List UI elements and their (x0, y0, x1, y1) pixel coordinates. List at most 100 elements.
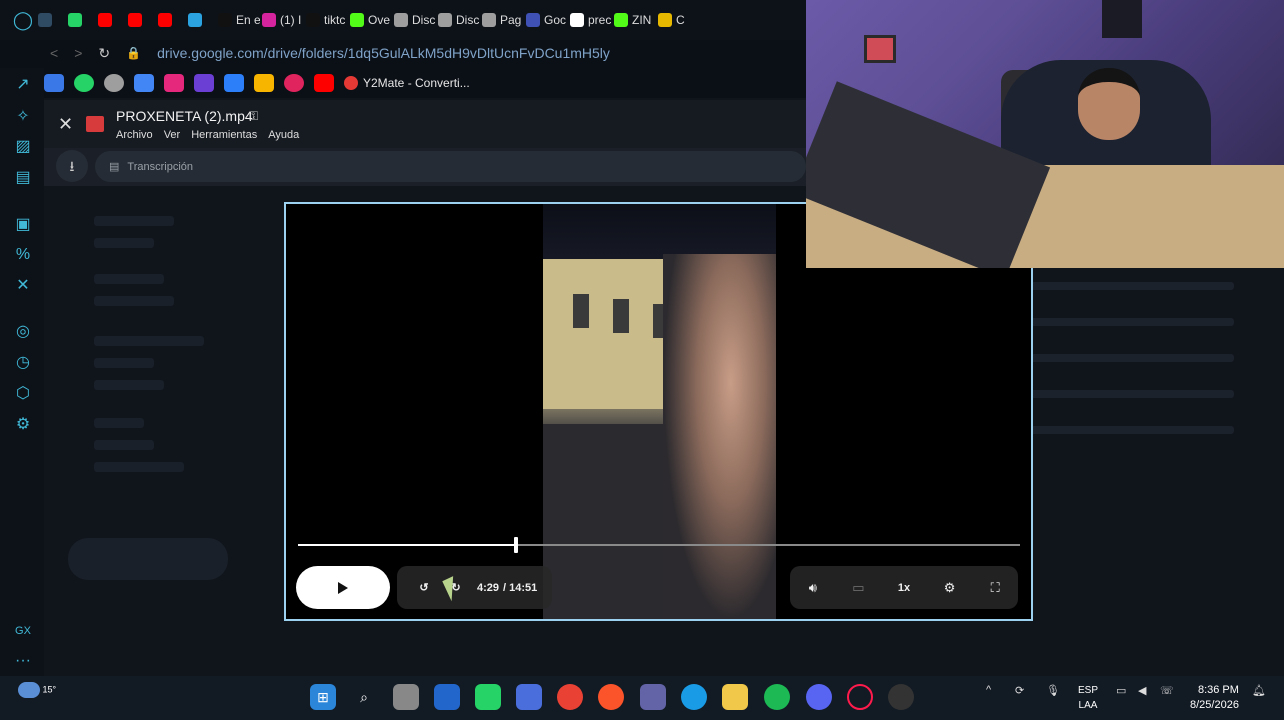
url-text[interactable]: drive.google.com/drive/folders/1dq5GulAL… (157, 45, 610, 61)
menu-item-ayuda[interactable]: Ayuda (268, 129, 299, 141)
store-icon[interactable] (516, 684, 542, 710)
gx-icon[interactable]: GX (12, 620, 34, 642)
aria-icon[interactable]: ↗ (12, 74, 34, 96)
play-button[interactable] (296, 566, 390, 609)
settings-icon[interactable]: ⚙ (12, 414, 34, 436)
more-icon[interactable]: ··· (12, 650, 34, 672)
browser-tab[interactable] (188, 13, 216, 27)
target-icon[interactable]: ◎ (12, 321, 34, 343)
whatsapp-icon[interactable] (475, 684, 501, 710)
mic-icon[interactable]: 🎙︎ (1046, 684, 1060, 697)
player-right-controls: 🔊︎ ▭ 1x ⚙ ⛶ (790, 566, 1018, 609)
speaker-icon[interactable]: ◀ (1138, 684, 1146, 697)
ai-icon[interactable]: ✧ (12, 106, 34, 128)
spotify-icon[interactable] (764, 684, 790, 710)
browser-tab[interactable]: tiktc (306, 13, 348, 27)
vercel-bookmark-icon[interactable] (224, 74, 244, 92)
bell-icon[interactable]: 🔔︎ (1252, 684, 1266, 697)
menu-item-archivo[interactable]: Archivo (116, 129, 153, 141)
file-explorer-icon[interactable] (722, 684, 748, 710)
tab-label: tiktc (324, 13, 346, 27)
tab-favicon-icon (262, 13, 276, 27)
browser-tab[interactable]: Pag (482, 13, 524, 27)
browser-tab[interactable]: Disc (394, 13, 436, 27)
fullscreen-icon[interactable]: ⛶ (984, 577, 1006, 599)
notifications-icon[interactable]: ☏ (1160, 684, 1174, 697)
brave-icon[interactable] (598, 684, 624, 710)
browser-tab[interactable]: (1) I (262, 13, 304, 27)
chatgpt-bookmark-icon[interactable] (104, 74, 124, 92)
back-icon[interactable]: < (50, 45, 58, 61)
forward-icon[interactable]: > (74, 45, 82, 61)
y2mate-bookmark[interactable]: Y2Mate - Converti... (344, 76, 470, 90)
translate-bookmark-icon[interactable] (134, 74, 154, 92)
discord-icon[interactable] (806, 684, 832, 710)
start-icon[interactable]: ⊞ (310, 684, 336, 710)
app-bookmark-icon[interactable] (194, 74, 214, 92)
browser-tab[interactable]: prec (570, 13, 612, 27)
opera-logo-icon[interactable]: ◯ (10, 7, 36, 33)
browser-tab[interactable]: Ove (350, 13, 392, 27)
x-twitter-icon[interactable]: ✕ (12, 275, 34, 297)
browser-tab[interactable] (68, 13, 96, 27)
tray-app-icon[interactable]: ⟳ (1015, 684, 1024, 697)
browser-tab[interactable]: Goc (526, 13, 568, 27)
webcam-person-head (1078, 68, 1140, 140)
captions-icon[interactable]: ▭ (847, 577, 869, 599)
reload-icon[interactable]: ↻ (98, 45, 110, 62)
opera-gx-icon[interactable] (847, 684, 873, 710)
download-icon[interactable]: ⭳ (56, 150, 88, 182)
obs-icon[interactable] (888, 684, 914, 710)
extensions-icon[interactable]: ⬡ (12, 383, 34, 405)
menu-item-ver[interactable]: Ver (164, 129, 181, 141)
edge-icon[interactable] (681, 684, 707, 710)
ghost-row (94, 440, 154, 450)
volume-icon[interactable]: 🔊︎ (802, 577, 824, 599)
notes-bookmark-icon[interactable] (254, 74, 274, 92)
docs-bookmark-icon[interactable] (44, 74, 64, 92)
shared-lock-icon[interactable]: ⚿ (249, 109, 258, 124)
transcription-label: Transcripción (127, 160, 194, 173)
ghost-row (1014, 426, 1234, 434)
task-view-icon[interactable] (393, 684, 419, 710)
x-bookmark-icon[interactable] (164, 74, 184, 92)
time-controls: ↺ ↻ 4:29 / 14:51 (397, 566, 552, 609)
browser-tab[interactable] (38, 13, 66, 27)
browser-tab[interactable]: C (658, 13, 700, 27)
ghost-row (94, 274, 164, 284)
twitch-icon[interactable]: ▣ (12, 214, 34, 236)
tab-favicon-icon (306, 13, 320, 27)
teams-icon[interactable] (640, 684, 666, 710)
weather-widget[interactable]: 15° (18, 682, 56, 698)
chart-icon[interactable]: ▤ (12, 167, 34, 189)
progress-handle[interactable] (514, 537, 518, 553)
tab-label: (1) I (280, 13, 302, 27)
whatsapp-bookmark-icon[interactable] (74, 74, 94, 92)
crypto-icon[interactable]: ▨ (12, 136, 34, 158)
youtube-bookmark-icon[interactable] (314, 74, 334, 92)
browser-tab[interactable] (98, 13, 126, 27)
percent-icon[interactable]: % (12, 244, 34, 266)
video-file-icon (86, 116, 104, 132)
system-clock[interactable]: 8:36 PM 8/25/2026 (1190, 683, 1239, 713)
network-icon[interactable]: ▭ (1116, 684, 1126, 697)
close-icon[interactable]: ✕ (58, 114, 73, 135)
transcription-field[interactable]: ▤ Transcripción (95, 151, 806, 182)
dribbble-bookmark-icon[interactable] (284, 74, 304, 92)
outlook-icon[interactable] (434, 684, 460, 710)
tray-chevron-icon[interactable]: ^ (986, 684, 991, 696)
search-icon[interactable]: ⌕ (351, 684, 377, 710)
browser-tab[interactable] (158, 13, 186, 27)
rewind-10-icon[interactable]: ↺ (413, 577, 435, 599)
history-icon[interactable]: ◷ (12, 352, 34, 374)
browser-tab[interactable]: ZIN (614, 13, 656, 27)
browser-tab[interactable]: En e (218, 13, 260, 27)
settings-gear-icon[interactable]: ⚙ (939, 577, 961, 599)
tab-label: prec (588, 13, 612, 27)
speed-button[interactable]: 1x (893, 577, 915, 599)
browser-tab[interactable]: Disc (438, 13, 480, 27)
menu-item-herramientas[interactable]: Herramientas (191, 129, 257, 141)
input-language[interactable]: ESP LAA (1078, 683, 1098, 713)
browser-tab[interactable] (128, 13, 156, 27)
chrome-icon[interactable] (557, 684, 583, 710)
